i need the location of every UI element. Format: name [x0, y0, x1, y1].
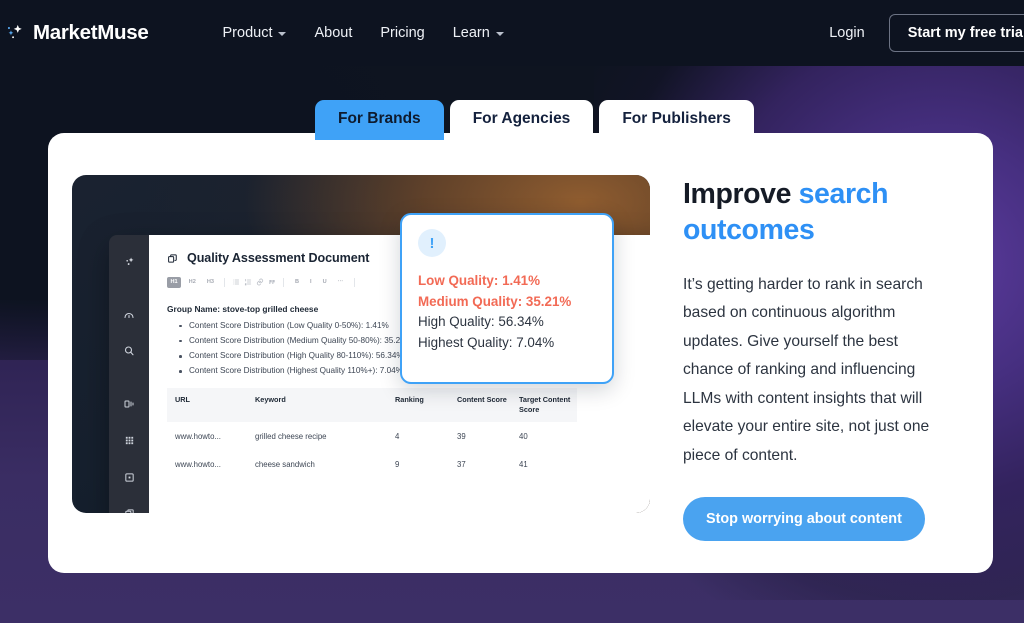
cell-ranking: 9 [395, 459, 400, 469]
chart-bars-icon[interactable] [112, 391, 146, 417]
navbar-actions: Login Start my free trial [823, 14, 1024, 52]
stop-worrying-about-content-button[interactable]: Stop worrying about content [683, 496, 925, 541]
brand-name: MarketMuse [33, 21, 149, 44]
heading-part-1: Improve [683, 178, 799, 210]
sparkle-icon[interactable] [112, 249, 146, 275]
quality-callout: ! Low Quality: 1.41% Medium Quality: 35.… [400, 213, 614, 384]
numbered-list-icon[interactable] [244, 278, 252, 286]
table-header-row: URL Keyword Ranking Content Score Target… [167, 388, 577, 422]
page-title: Improve search outcomes [683, 177, 943, 249]
callout-line-medium-quality: Medium Quality: 35.21% [418, 293, 572, 309]
main-navbar: MarketMuse Product About Pricing Learn L… [0, 0, 1024, 66]
table-row: www.howto... cheese sandwich 9 37 41 [167, 450, 577, 478]
toolbar-divider [224, 277, 226, 287]
toolbar-divider [283, 277, 285, 287]
column-header-target-content-score: Target Content Score [519, 388, 577, 422]
nav-item-about-label: About [314, 25, 353, 41]
sparkle-icon [7, 24, 22, 39]
keywords-table: URL Keyword Ranking Content Score Target… [167, 388, 577, 478]
nav-item-learn-label: Learn [452, 25, 490, 41]
audience-tabs: For Brands For Agencies For Publishers [315, 100, 754, 140]
table-row: www.howto... grilled cheese recipe 4 39 … [167, 422, 577, 450]
copy-icon[interactable] [112, 501, 146, 513]
search-icon[interactable] [112, 338, 146, 364]
nav-item-product[interactable]: Product [209, 17, 301, 49]
underline-icon[interactable]: U [319, 277, 330, 288]
chevron-down-icon [278, 32, 287, 36]
tab-for-publishers[interactable]: For Publishers [599, 100, 754, 140]
column-header-ranking: Ranking [395, 388, 457, 422]
cell-url: www.howto... [175, 459, 221, 469]
start-free-trial-button[interactable]: Start my free trial [888, 14, 1024, 52]
document-copy-icon [168, 253, 177, 263]
square-dot-icon[interactable] [112, 464, 146, 490]
callout-line-low-quality: Low Quality: 1.41% [418, 273, 541, 288]
hero-paragraph: It’s getting harder to rank in search ba… [683, 275, 930, 464]
exclamation-icon: ! [418, 229, 446, 257]
hero-copy: Improve search outcomes It’s getting har… [650, 133, 993, 573]
cell-keyword: cheese sandwich [255, 459, 315, 469]
nav-item-pricing-label: Pricing [380, 25, 425, 41]
cell-content-score: 39 [457, 431, 466, 441]
cell-content-score: 37 [457, 459, 466, 469]
cell-keyword: grilled cheese recipe [255, 431, 327, 441]
link-icon[interactable] [256, 278, 264, 286]
nav-item-learn[interactable]: Learn [439, 17, 518, 49]
quote-icon[interactable] [268, 278, 276, 286]
tab-for-agencies[interactable]: For Agencies [449, 100, 594, 140]
login-link[interactable]: Login [823, 17, 870, 49]
gauge-icon[interactable] [112, 301, 146, 327]
app-sidebar [109, 235, 149, 513]
exclamation-glyph: ! [429, 234, 435, 252]
callout-line-high-quality: High Quality: 56.34% [418, 314, 544, 329]
chevron-down-icon [495, 32, 504, 36]
cell-target-content-score: 41 [519, 459, 528, 469]
cell-url: www.howto... [175, 431, 221, 441]
column-header-keyword: Keyword [255, 388, 395, 422]
bold-icon[interactable]: B [291, 277, 302, 288]
toolbar-h3-chip[interactable]: H3 [203, 277, 217, 288]
nav-links: Product About Pricing Learn [209, 17, 518, 49]
nav-item-about[interactable]: About [300, 17, 366, 49]
cell-ranking: 4 [395, 431, 400, 441]
callout-line-highest-quality: Highest Quality: 7.04% [418, 334, 555, 350]
cell-target-content-score: 40 [519, 431, 528, 441]
toolbar-h2-chip[interactable]: H2 [185, 277, 199, 288]
more-icon[interactable]: ⋯ [334, 277, 347, 288]
tab-for-brands[interactable]: For Brands [315, 100, 444, 140]
italic-icon[interactable]: I [307, 277, 316, 288]
toolbar-divider [353, 277, 355, 287]
toolbar-h1-chip[interactable]: H1 [167, 277, 182, 288]
column-header-url: URL [167, 388, 255, 422]
document-title: Quality Assessment Document [187, 251, 370, 265]
nav-item-pricing[interactable]: Pricing [366, 17, 438, 49]
column-header-content-score: Content Score [457, 388, 519, 422]
brand-logo[interactable]: MarketMuse [4, 21, 149, 45]
nav-item-product-label: Product [222, 25, 273, 41]
bulleted-list-icon[interactable] [232, 278, 240, 286]
grid-icon[interactable] [112, 427, 146, 453]
